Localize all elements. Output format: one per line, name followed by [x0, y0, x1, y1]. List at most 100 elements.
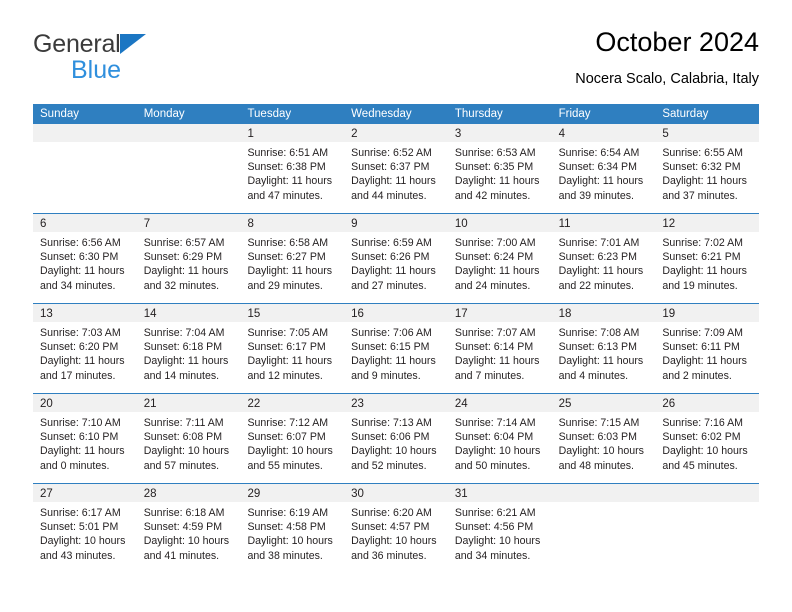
calendar-day-cell[interactable]: 15 Sunrise: 7:05 AM Sunset: 6:17 PM Dayligh…	[240, 304, 345, 393]
calendar-day-cell[interactable]: 8 Sunrise: 6:58 AM Sunset: 6:27 PM Daylight…	[240, 214, 345, 303]
logo-text-general: General	[33, 30, 121, 58]
daylight-text-continued: and 50 minutes.	[454, 459, 531, 472]
day-details: Sunrise: 7:14 AM Sunset: 6:04 PM Daylight:…	[448, 412, 552, 473]
day-number: 12	[662, 218, 676, 230]
sunset-text: Sunset: 6:03 PM	[558, 431, 637, 444]
calendar-day-cell[interactable]: 7 Sunrise: 6:57 AM Sunset: 6:29 PM Daylight…	[136, 214, 241, 303]
day-details: Sunrise: 7:10 AM Sunset: 6:10 PM Daylight:…	[33, 412, 137, 473]
day-number: 18	[558, 308, 572, 320]
day-details: Sunrise: 7:02 AM Sunset: 6:21 PM Daylight:…	[655, 232, 759, 293]
sunrise-text: Sunrise: 7:02 AM	[662, 237, 743, 249]
calendar-day-cell[interactable]: 22 Sunrise: 7:12 AM Sunset: 6:07 PM Dayligh…	[240, 394, 345, 483]
weekday-header-wednesday: Wednesday	[351, 108, 412, 120]
calendar-weeks: 1 Sunrise: 6:51 AM Sunset: 6:38 PM Daylight…	[33, 124, 760, 573]
calendar-day-cell[interactable]: 31 Sunrise: 6:21 AM Sunset: 4:56 PM Dayligh…	[447, 484, 552, 573]
calendar-day-cell[interactable]: 4 Sunrise: 6:54 AM Sunset: 6:34 PM Daylight…	[551, 124, 656, 213]
sunrise-text: Sunrise: 7:07 AM	[454, 327, 536, 339]
daylight-text-continued: and 19 minutes.	[662, 279, 738, 292]
daylight-text-continued: and 42 minutes.	[454, 189, 531, 202]
calendar-week-row: 20 Sunrise: 7:10 AM Sunset: 6:10 PM Dayligh…	[33, 393, 760, 483]
day-details: Sunrise: 6:17 AM Sunset: 5:01 PM Daylight:…	[33, 502, 137, 563]
day-number-band: 20	[33, 394, 137, 412]
calendar-day-cell[interactable]: 18 Sunrise: 7:08 AM Sunset: 6:13 PM Dayligh…	[551, 304, 656, 393]
daylight-text: Daylight: 11 hours	[454, 355, 540, 368]
day-details: Sunrise: 7:12 AM Sunset: 6:07 PM Daylight:…	[240, 412, 344, 473]
calendar-day-cell[interactable]: 5 Sunrise: 6:55 AM Sunset: 6:32 PM Daylight…	[655, 124, 760, 213]
day-number-band: 24	[447, 394, 552, 412]
day-number-band	[136, 124, 241, 142]
daylight-text: Daylight: 11 hours	[351, 265, 436, 278]
calendar-day-cell[interactable]: 24 Sunrise: 7:14 AM Sunset: 6:04 PM Dayligh…	[447, 394, 552, 483]
sunrise-text: Sunrise: 6:18 AM	[143, 507, 225, 519]
daylight-text: Daylight: 10 hours	[662, 445, 748, 458]
day-number-band	[551, 484, 656, 502]
day-number-band	[655, 484, 760, 502]
calendar-day-cell[interactable]: 13 Sunrise: 7:03 AM Sunset: 6:20 PM Dayligh…	[33, 304, 137, 393]
calendar-day-cell[interactable]: 21 Sunrise: 7:11 AM Sunset: 6:08 PM Dayligh…	[136, 394, 241, 483]
sunset-text: Sunset: 6:23 PM	[558, 251, 637, 264]
daylight-text-continued: and 45 minutes.	[662, 459, 738, 472]
calendar-day-cell[interactable]: 25 Sunrise: 7:15 AM Sunset: 6:03 PM Dayligh…	[551, 394, 656, 483]
sunrise-text: Sunrise: 7:08 AM	[558, 327, 640, 339]
day-number-band: 29	[240, 484, 345, 502]
daylight-text: Daylight: 10 hours	[454, 445, 541, 458]
calendar-day-cell[interactable]: 1 Sunrise: 6:51 AM Sunset: 6:38 PM Daylight…	[240, 124, 345, 213]
calendar-day-cell[interactable]: 2 Sunrise: 6:52 AM Sunset: 6:37 PM Daylight…	[344, 124, 448, 213]
calendar-day-cell[interactable]: 16 Sunrise: 7:06 AM Sunset: 6:15 PM Dayligh…	[344, 304, 448, 393]
sunrise-text: Sunrise: 6:52 AM	[351, 147, 432, 159]
calendar-day-cell[interactable]: 3 Sunrise: 6:53 AM Sunset: 6:35 PM Daylight…	[447, 124, 552, 213]
calendar-day-cell[interactable]: 30 Sunrise: 6:20 AM Sunset: 4:57 PM Dayligh…	[344, 484, 448, 573]
sunset-text: Sunset: 6:34 PM	[558, 161, 637, 174]
day-number: 30	[351, 488, 364, 500]
logo-triangle-icon	[119, 34, 146, 54]
calendar-day-cell[interactable]: 26 Sunrise: 7:16 AM Sunset: 6:02 PM Dayligh…	[655, 394, 760, 483]
calendar-day-cell[interactable]: 29 Sunrise: 6:19 AM Sunset: 4:58 PM Dayligh…	[240, 484, 345, 573]
calendar-day-cell[interactable]: 9 Sunrise: 6:59 AM Sunset: 6:26 PM Daylight…	[344, 214, 448, 303]
calendar-day-cell[interactable]: 27 Sunrise: 6:17 AM Sunset: 5:01 PM Dayligh…	[33, 484, 137, 573]
calendar-day-cell[interactable]: 11 Sunrise: 7:01 AM Sunset: 6:23 PM Dayligh…	[551, 214, 656, 303]
day-details: Sunrise: 6:18 AM Sunset: 4:59 PM Daylight:…	[137, 502, 241, 563]
daylight-text-continued: and 57 minutes.	[143, 459, 220, 472]
calendar-day-cell[interactable]: 20 Sunrise: 7:10 AM Sunset: 6:10 PM Dayligh…	[33, 394, 137, 483]
weekday-header-tuesday: Tuesday	[247, 108, 292, 120]
calendar-day-cell[interactable]: 6 Sunrise: 6:56 AM Sunset: 6:30 PM Daylight…	[33, 214, 137, 303]
sunset-text: Sunset: 6:04 PM	[454, 431, 534, 444]
day-details: Sunrise: 6:19 AM Sunset: 4:58 PM Daylight:…	[240, 502, 344, 563]
daylight-text: Daylight: 10 hours	[143, 445, 230, 458]
day-number-band: 22	[240, 394, 345, 412]
sunrise-text: Sunrise: 7:04 AM	[143, 327, 225, 339]
generalblue-logo[interactable]: General Blue	[33, 32, 243, 90]
sunrise-text: Sunrise: 6:17 AM	[40, 507, 121, 519]
daylight-text: Daylight: 10 hours	[558, 445, 644, 458]
daylight-text-continued: and 24 minutes.	[454, 279, 531, 292]
day-number: 4	[558, 128, 565, 140]
sunrise-text: Sunrise: 7:11 AM	[143, 417, 224, 429]
daylight-text: Daylight: 11 hours	[454, 175, 540, 188]
daylight-text: Daylight: 11 hours	[662, 265, 747, 278]
day-number-band: 19	[655, 304, 760, 322]
sunset-text: Sunset: 6:06 PM	[351, 431, 430, 444]
day-number: 7	[143, 218, 151, 230]
daylight-text-continued: and 43 minutes.	[40, 549, 116, 562]
day-number-band: 27	[33, 484, 137, 502]
day-number-band: 25	[551, 394, 656, 412]
sunset-text: Sunset: 4:57 PM	[351, 521, 430, 534]
daylight-text: Daylight: 11 hours	[351, 175, 436, 188]
daylight-text-continued: and 27 minutes.	[351, 279, 427, 292]
calendar-day-cell[interactable]: 28 Sunrise: 6:18 AM Sunset: 4:59 PM Dayligh…	[136, 484, 241, 573]
day-number-band: 31	[447, 484, 552, 502]
daylight-text: Daylight: 10 hours	[143, 535, 230, 548]
sunrise-text: Sunrise: 6:54 AM	[558, 147, 640, 159]
day-number-band: 7	[136, 214, 241, 232]
daylight-text-continued: and 41 minutes.	[143, 549, 220, 562]
daylight-text: Daylight: 10 hours	[40, 535, 126, 548]
day-number: 6	[40, 218, 47, 230]
calendar-day-cell[interactable]: 14 Sunrise: 7:04 AM Sunset: 6:18 PM Dayligh…	[136, 304, 241, 393]
calendar-day-cell[interactable]: 12 Sunrise: 7:02 AM Sunset: 6:21 PM Dayligh…	[655, 214, 760, 303]
calendar-day-cell[interactable]: 19 Sunrise: 7:09 AM Sunset: 6:11 PM Dayligh…	[655, 304, 760, 393]
calendar-day-cell[interactable]: 17 Sunrise: 7:07 AM Sunset: 6:14 PM Dayligh…	[447, 304, 552, 393]
day-details: Sunrise: 7:04 AM Sunset: 6:18 PM Daylight:…	[137, 322, 241, 383]
calendar-day-cell[interactable]: 10 Sunrise: 7:00 AM Sunset: 6:24 PM Dayligh…	[447, 214, 552, 303]
daylight-text-continued: and 38 minutes.	[247, 549, 323, 562]
calendar-day-cell[interactable]: 23 Sunrise: 7:13 AM Sunset: 6:06 PM Dayligh…	[344, 394, 448, 483]
